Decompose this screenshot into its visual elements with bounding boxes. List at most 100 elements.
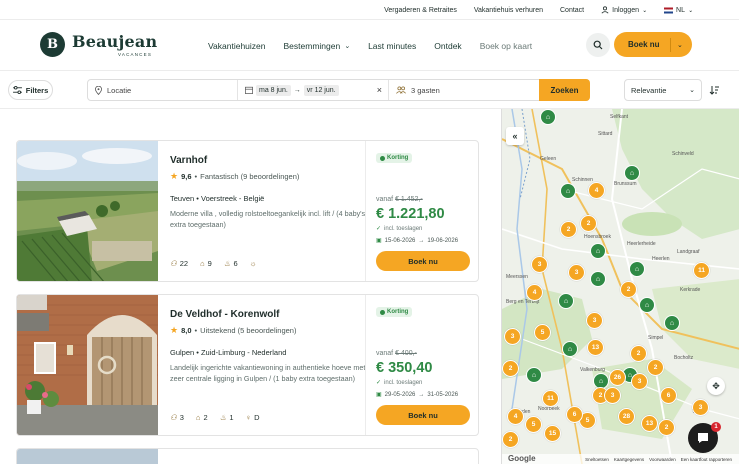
- map-pan-control[interactable]: ✥: [707, 377, 725, 395]
- nav-boek-op-kaart[interactable]: Boek op kaart: [480, 41, 532, 51]
- amenity-energy: ♀ D: [246, 413, 260, 422]
- map-cluster-marker[interactable]: 2: [560, 221, 577, 238]
- rating-score: 8,0: [181, 326, 192, 335]
- chevron-down-icon[interactable]: ⌄: [671, 41, 683, 49]
- map-cluster-marker[interactable]: 11: [693, 262, 710, 279]
- star-icon: ★: [170, 171, 179, 181]
- listing-photo[interactable]: [17, 141, 158, 281]
- discount-badge: Korting: [376, 153, 413, 163]
- map-house-marker[interactable]: ⌂: [590, 243, 606, 259]
- incl-label: incl. toeslagen: [384, 225, 423, 232]
- book-now-button[interactable]: Boek nu: [376, 405, 470, 425]
- header-book-button[interactable]: Boek nu ⌄: [614, 32, 692, 57]
- listing-card[interactable]: De Veldhof - Korenwolf ★ 8,0 • Uitsteken…: [16, 294, 479, 436]
- date-from-chip[interactable]: ma 8 jun.: [256, 84, 291, 96]
- map-cluster-marker[interactable]: 2: [647, 359, 664, 376]
- old-price: vanaf € 1.452,-: [376, 196, 423, 203]
- listing-card[interactable]: Varnhof ★ 9,6 • Fantastisch (9 beoordeli…: [16, 140, 479, 282]
- nav-last-minutes[interactable]: Last minutes: [368, 41, 416, 51]
- results-list: Varnhof ★ 9,6 • Fantastisch (9 beoordeli…: [0, 109, 500, 464]
- price-incl: ✓ incl. toeslagen: [376, 379, 422, 387]
- login-link[interactable]: Inloggen ⌄: [601, 6, 647, 14]
- map-cluster-marker[interactable]: 3: [504, 328, 521, 345]
- map-cluster-marker[interactable]: 11: [542, 390, 559, 407]
- collapse-map-icon[interactable]: «: [506, 127, 524, 145]
- map-cluster-marker[interactable]: 28: [618, 408, 635, 425]
- listing-title[interactable]: Varnhof: [170, 155, 370, 166]
- user-icon: [601, 6, 609, 14]
- map-cluster-marker[interactable]: 2: [658, 419, 675, 436]
- door-icon: ⌂: [200, 259, 205, 268]
- map-cluster-marker[interactable]: 5: [525, 416, 542, 433]
- book-now-button[interactable]: Boek nu: [376, 251, 470, 271]
- map-house-marker[interactable]: ⌂: [639, 297, 655, 313]
- map-cluster-marker[interactable]: 13: [641, 415, 658, 432]
- link-verhuren[interactable]: Vakantiehuis verhuren: [474, 7, 543, 14]
- guests-icon: [396, 86, 406, 94]
- header-search-button[interactable]: [586, 33, 610, 57]
- map-cluster-marker[interactable]: 2: [620, 281, 637, 298]
- date-field[interactable]: ma 8 jun. → vr 12 jun. ×: [238, 80, 389, 100]
- map-house-marker[interactable]: ⌂: [526, 367, 542, 383]
- calendar-icon: ▣: [376, 392, 382, 398]
- map-cluster-marker[interactable]: 3: [692, 399, 709, 416]
- filter-bar: Filters Locatie ma 8 jun. → vr 12 jun. ×…: [0, 71, 739, 109]
- search-submit-button[interactable]: Zoeken: [539, 79, 590, 101]
- map-cluster-marker[interactable]: 4: [588, 182, 605, 199]
- city-label: Schinnen: [572, 177, 593, 183]
- map-cluster-marker[interactable]: 2: [630, 345, 647, 362]
- date-to-chip[interactable]: vr 12 jun.: [303, 84, 339, 96]
- listing-info: Varnhof ★ 9,6 • Fantastisch (9 beoordeli…: [170, 155, 370, 241]
- map-house-marker[interactable]: ⌂: [540, 109, 556, 125]
- nav-bestemmingen[interactable]: Bestemmingen ⌄: [284, 41, 351, 51]
- map-cluster-marker[interactable]: 3: [604, 387, 621, 404]
- language-select[interactable]: NL ⌄: [664, 7, 693, 14]
- amenity-bathrooms: ♨ 6: [224, 259, 238, 268]
- listing-photo[interactable]: [17, 449, 158, 464]
- logo-badge[interactable]: B: [40, 32, 65, 57]
- map-cluster-marker[interactable]: 3: [568, 264, 585, 281]
- map-cluster-marker[interactable]: 6: [660, 387, 677, 404]
- map-cluster-marker[interactable]: 2: [502, 431, 519, 448]
- map-house-marker[interactable]: ⌂: [562, 341, 578, 357]
- map-house-marker[interactable]: ⌂: [629, 261, 645, 277]
- listing-title[interactable]: De Veldhof - Korenwolf: [170, 309, 370, 320]
- results-map[interactable]: « Sittard Geleen Schinnen Brunssum Heerl…: [501, 109, 739, 464]
- map-footer-link[interactable]: Kaartgegevens: [614, 457, 644, 462]
- map-house-marker[interactable]: ⌂: [664, 315, 680, 331]
- nav-ontdek[interactable]: Ontdek: [434, 41, 461, 51]
- nav-vakantiehuizen[interactable]: Vakantiehuizen: [208, 41, 266, 51]
- map-cluster-marker[interactable]: 2: [502, 360, 519, 377]
- map-cluster-marker[interactable]: 15: [544, 425, 561, 442]
- map-cluster-marker[interactable]: 3: [586, 312, 603, 329]
- main-nav: Vakantiehuizen Bestemmingen ⌄ Last minute…: [208, 20, 550, 71]
- listing-photo[interactable]: [17, 295, 158, 435]
- map-house-marker[interactable]: ⌂: [624, 165, 640, 181]
- map-cluster-marker[interactable]: 26: [609, 369, 626, 386]
- listing-card[interactable]: [16, 448, 479, 464]
- map-cluster-marker[interactable]: 4: [526, 284, 543, 301]
- map-house-marker[interactable]: ⌂: [558, 293, 574, 309]
- map-cluster-marker[interactable]: 2: [580, 215, 597, 232]
- sort-order-button[interactable]: [705, 80, 723, 100]
- map-cluster-marker[interactable]: 6: [566, 406, 583, 423]
- map-footer-link[interactable]: Sneltoetsen: [585, 457, 609, 462]
- sort-select[interactable]: Relevantie ⌄: [624, 79, 702, 101]
- logo-text[interactable]: Beaujean: [72, 32, 157, 51]
- map-cluster-marker[interactable]: 13: [587, 339, 604, 356]
- old-price-value: € 400,-: [395, 350, 417, 357]
- map-footer-link[interactable]: Een kaartfout rapporteren: [681, 457, 732, 462]
- map-cluster-marker[interactable]: 5: [534, 324, 551, 341]
- link-contact[interactable]: Contact: [560, 7, 584, 14]
- map-house-marker[interactable]: ⌂: [590, 271, 606, 287]
- guests-field[interactable]: 3 gasten: [389, 80, 539, 100]
- map-cluster-marker[interactable]: 3: [631, 373, 648, 390]
- link-vergaderen[interactable]: Vergaderen & Retraites: [384, 7, 457, 14]
- map-cluster-marker[interactable]: 3: [531, 256, 548, 273]
- map-cluster-marker[interactable]: 4: [507, 408, 524, 425]
- filters-button[interactable]: Filters: [8, 80, 53, 100]
- map-footer-link[interactable]: Voorwaarden: [649, 457, 676, 462]
- location-field[interactable]: Locatie: [88, 80, 238, 100]
- map-house-marker[interactable]: ⌂: [560, 183, 576, 199]
- clear-dates-icon[interactable]: ×: [377, 85, 382, 95]
